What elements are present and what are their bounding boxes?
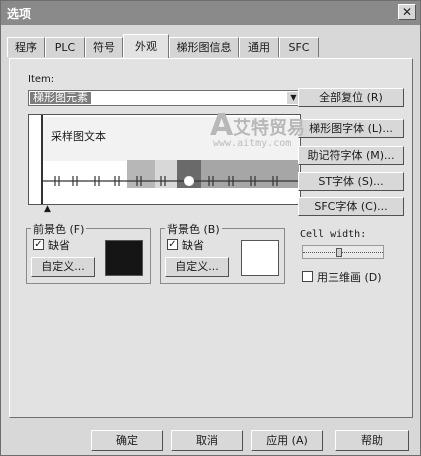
tab-general[interactable]: 通用	[239, 37, 279, 57]
watermark-url: www.aitmy.com	[213, 138, 292, 149]
background-default-label: 缺省	[182, 239, 204, 252]
tab-appearance[interactable]: 外观	[123, 34, 169, 58]
item-dropdown[interactable]: 梯形图元素 ▼	[28, 90, 302, 106]
foreground-default-checkbox[interactable]: ✓	[33, 239, 44, 250]
tab-program[interactable]: 程序	[7, 37, 45, 57]
slider-thumb[interactable]	[336, 248, 342, 257]
foreground-custom-button[interactable]: 自定义...	[31, 257, 95, 277]
tab-sfc[interactable]: SFC	[279, 37, 319, 57]
window-title: 选项	[7, 7, 32, 21]
close-icon[interactable]: ✕	[398, 4, 416, 20]
options-dialog: 选项 ✕ 程序 PLC 符号 外观 梯形图信息 通用 SFC Item: 梯形图…	[0, 0, 421, 456]
three-d-checkbox[interactable]	[302, 271, 313, 282]
foreground-color-group: 前景色 (F) ✓ 缺省 自定义...	[26, 221, 151, 284]
cell-width-label: Cell width:	[300, 229, 367, 240]
background-custom-button[interactable]: 自定义...	[165, 257, 229, 277]
foreground-color-label: 前景色 (F)	[31, 221, 87, 237]
cell-width-slider[interactable]	[302, 245, 384, 259]
reset-all-button[interactable]: 全部复位 (R)	[298, 88, 404, 107]
apply-button[interactable]: 应用 (A)	[251, 430, 323, 451]
sfc-font-button[interactable]: SFC字体 (C)...	[298, 197, 404, 216]
item-label: Item:	[28, 74, 55, 85]
background-default-checkbox[interactable]: ✓	[167, 239, 178, 250]
watermark-brand: 艾特贸易	[233, 118, 305, 139]
title-bar: 选项 ✕	[1, 1, 420, 25]
three-d-label: 用三维画 (D)	[317, 271, 382, 284]
foreground-default-label: 缺省	[48, 239, 70, 252]
help-button[interactable]: 帮助	[335, 430, 409, 451]
tab-plc[interactable]: PLC	[45, 37, 85, 57]
item-selected-value: 梯形图元素	[30, 92, 91, 104]
preview-marker-icon: ▲	[44, 204, 51, 214]
background-color-swatch[interactable]	[241, 240, 279, 276]
tab-ladder-info[interactable]: 梯形图信息	[169, 37, 239, 57]
background-color-label: 背景色 (B)	[165, 221, 222, 237]
tab-symbol[interactable]: 符号	[85, 37, 123, 57]
foreground-color-swatch[interactable]	[105, 240, 143, 276]
watermark: A 艾特贸易 www.aitmy.com	[210, 108, 365, 184]
cancel-button[interactable]: 取消	[171, 430, 243, 451]
appearance-panel: Item: 梯形图元素 ▼ 采样图文本 ▲ 全部复位 (R) 梯形图字体 (L)…	[9, 58, 413, 418]
background-color-group: 背景色 (B) ✓ 缺省 自定义...	[160, 221, 285, 284]
ok-button[interactable]: 确定	[91, 430, 163, 451]
